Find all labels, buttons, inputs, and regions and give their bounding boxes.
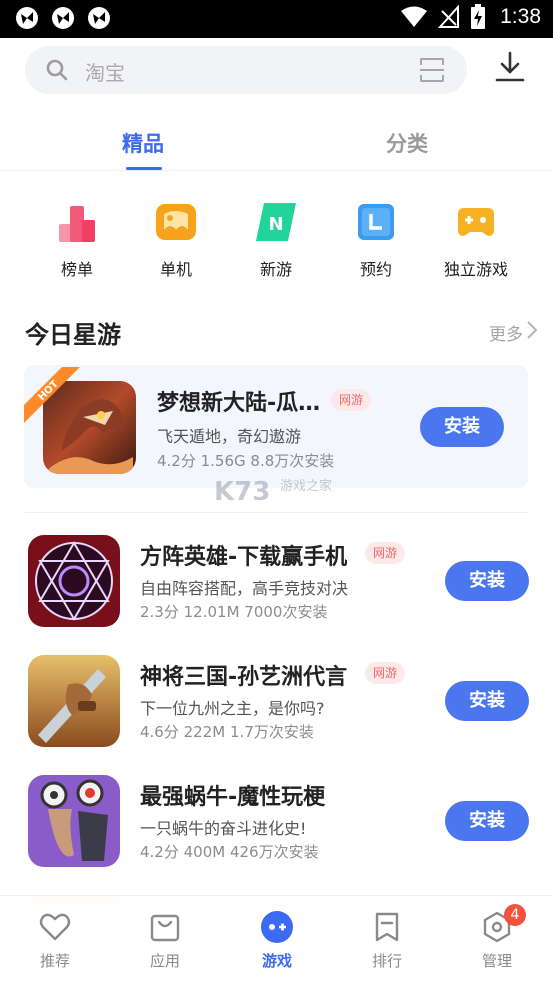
quick-item-new[interactable]: N 新游: [226, 200, 326, 280]
app-notification-icon: [52, 7, 74, 29]
app-description: 一只蜗牛的奋斗进化史!: [140, 819, 307, 838]
download-icon[interactable]: [494, 50, 526, 84]
wifi-icon: [401, 6, 428, 27]
app-icon-divine-generals: [28, 655, 120, 747]
app-description: 下一位九州之主，是你吗?: [140, 699, 325, 718]
system-icons: 1:38: [400, 4, 541, 30]
nav-label: 推荐: [39, 952, 70, 970]
quick-label: 榜单: [60, 260, 93, 279]
bottom-navigation: 推荐 应用 游戏 排行 管理 4: [0, 895, 553, 983]
app-name: 神将三国-孙艺洲代言: [140, 665, 348, 690]
tab-featured[interactable]: 精品: [122, 128, 164, 158]
watermark-logo: K73 游戏之家: [214, 477, 332, 507]
nav-label: 排行: [371, 952, 402, 970]
top-tabs: 精品 分类: [0, 108, 553, 172]
svg-text:游戏之家: 游戏之家: [280, 478, 332, 494]
shopping-bag-icon: [150, 914, 180, 942]
single-player-icon: [156, 204, 196, 240]
app-notification-icon: [16, 7, 38, 29]
nav-label: 游戏: [261, 952, 292, 970]
divider: [25, 512, 528, 513]
svg-text:N: N: [268, 214, 283, 235]
nav-label: 应用: [149, 952, 180, 970]
nav-recommend[interactable]: 推荐: [10, 910, 100, 971]
app-icon-phalanx-heroes: [28, 535, 120, 627]
battery-charging-icon: [471, 4, 486, 29]
reserve-icon: [358, 204, 394, 240]
quick-categories: 榜单 单机 N 新游 预约 独立游戏: [0, 200, 553, 290]
install-button[interactable]: 安装: [445, 801, 529, 841]
app-meta: 4.2分 1.56G 8.8万次安装: [157, 452, 335, 470]
nav-apps[interactable]: 应用: [120, 910, 210, 971]
new-game-icon: N: [256, 203, 296, 241]
no-signal-icon: [438, 5, 460, 28]
chart-bars-icon: [59, 206, 95, 242]
app-meta: 2.3分 12.01M 7000次安装: [140, 603, 328, 621]
app-name: 最强蜗牛-魔性玩梗: [140, 785, 326, 810]
quick-item-reserve[interactable]: 预约: [326, 200, 426, 280]
search-icon: [46, 59, 68, 81]
quick-label: 预约: [359, 260, 392, 279]
notification-icons: [14, 5, 112, 31]
notification-badge: 4: [504, 904, 526, 926]
nav-label: 管理: [481, 952, 512, 970]
divider: [0, 170, 553, 171]
app-name: 方阵英雄-下载赢手机: [140, 545, 348, 570]
app-tag: 网游: [365, 542, 406, 564]
app-icon-strongest-snail: [28, 775, 120, 867]
quick-label: 新游: [259, 260, 292, 279]
app-description: 自由阵容搭配，高手竞技对决: [140, 579, 349, 598]
svg-text:K73: K73: [214, 477, 270, 507]
app-name: 梦想新大陆-瓜…: [157, 391, 321, 416]
app-description: 飞天遁地，奇幻遨游: [157, 427, 302, 446]
install-button[interactable]: 安装: [420, 407, 504, 447]
app-meta: 4.6分 222M 1.7万次安装: [140, 723, 314, 741]
quick-item-ranking[interactable]: 榜单: [27, 200, 127, 280]
status-bar: 1:38: [0, 0, 553, 38]
scan-icon[interactable]: [419, 57, 445, 83]
featured-app-card[interactable]: HOT 梦想新大陆-瓜… 网游 飞天遁地，奇幻遨游 4.2分 1.56G 8.8…: [24, 365, 528, 488]
heart-icon: [39, 913, 71, 941]
search-row: 淘宝: [0, 38, 553, 108]
nav-games[interactable]: 游戏: [232, 910, 322, 971]
game-controller-icon: [261, 911, 293, 943]
nav-ranking[interactable]: 排行: [342, 910, 432, 971]
app-tag: 网游: [331, 389, 372, 411]
clock: 1:38: [500, 5, 541, 28]
search-placeholder: 淘宝: [85, 61, 125, 85]
section-title: 今日星游: [25, 321, 121, 349]
quick-label: 单机: [159, 260, 192, 279]
app-notification-icon: [88, 7, 110, 29]
more-link[interactable]: 更多: [489, 320, 523, 345]
install-button[interactable]: 安装: [445, 681, 529, 721]
gamepad-icon: [458, 208, 494, 236]
quick-item-single[interactable]: 单机: [126, 200, 226, 280]
app-meta: 4.2分 400M 426万次安装: [140, 843, 319, 861]
chevron-right-icon[interactable]: [525, 320, 539, 340]
search-input[interactable]: 淘宝: [25, 46, 467, 94]
tab-category[interactable]: 分类: [386, 128, 428, 158]
install-button[interactable]: 安装: [445, 561, 529, 601]
quick-item-indie[interactable]: 独立游戏: [426, 200, 526, 280]
app-tag: 网游: [365, 662, 406, 684]
nav-manage[interactable]: 管理 4: [452, 904, 542, 971]
hot-ribbon: HOT: [24, 367, 80, 423]
quick-label: 独立游戏: [443, 260, 508, 279]
bookmark-icon: [375, 912, 399, 942]
